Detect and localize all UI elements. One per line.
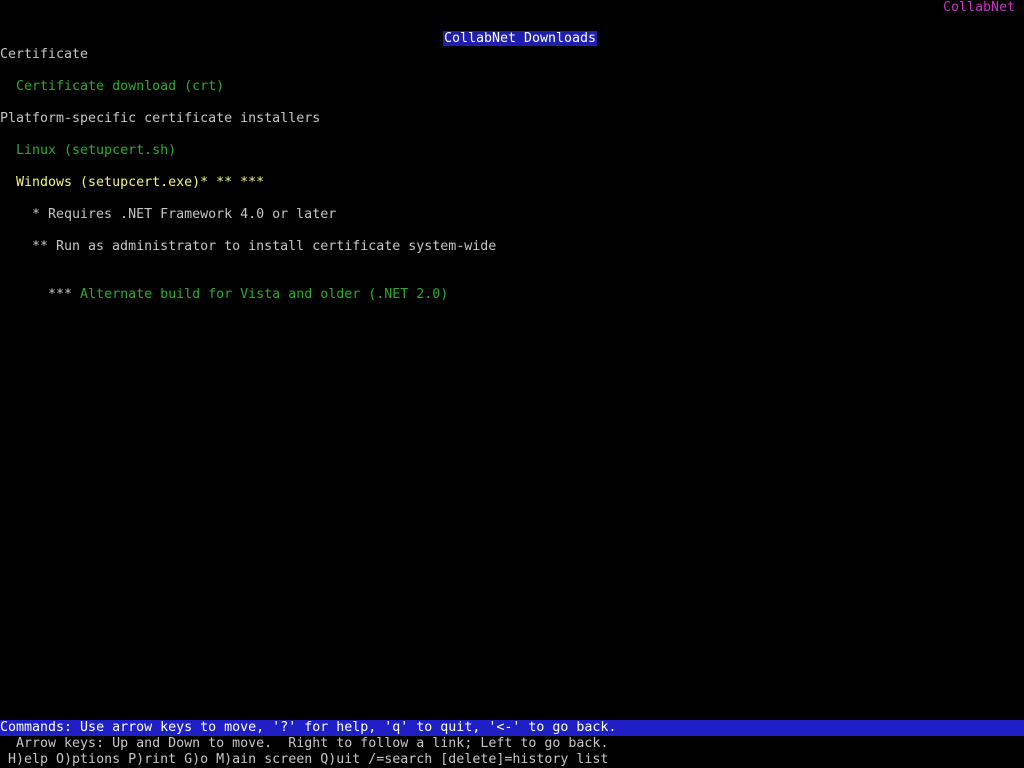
- page-title-bar: CollabNet Downloads: [0, 15, 1024, 46]
- brand-label: CollabNet: [942, 0, 1015, 15]
- page-title: CollabNet Downloads: [442, 31, 598, 46]
- link-linux-installer[interactable]: Linux (setupcert.sh): [16, 143, 176, 159]
- footnote-alternate-build: *** Alternate build for Vista and older …: [32, 271, 448, 302]
- link-windows-installer[interactable]: Windows (setupcert.exe)* ** ***: [16, 175, 264, 191]
- link-certificate-download[interactable]: Certificate download (crt): [16, 79, 224, 95]
- footnote-run-as-admin: ** Run as administrator to install certi…: [32, 239, 497, 254]
- arrow-keys-help-line: Arrow keys: Up and Down to move. Right t…: [0, 736, 609, 751]
- section-heading-certificate: Certificate: [0, 47, 89, 62]
- link-alternate-build[interactable]: Alternate build for Vista and older (.NE…: [80, 287, 448, 302]
- footnote-dotnet-requirement: * Requires .NET Framework 4.0 or later: [32, 207, 337, 222]
- section-heading-installers: Platform-specific certificate installers: [0, 111, 321, 126]
- command-status-bar: Commands: Use arrow keys to move, '?' fo…: [0, 720, 1024, 736]
- keyboard-shortcuts-line: H)elp O)ptions P)rint G)o M)ain screen Q…: [0, 752, 609, 767]
- footnote-alternate-prefix: ***: [48, 287, 81, 302]
